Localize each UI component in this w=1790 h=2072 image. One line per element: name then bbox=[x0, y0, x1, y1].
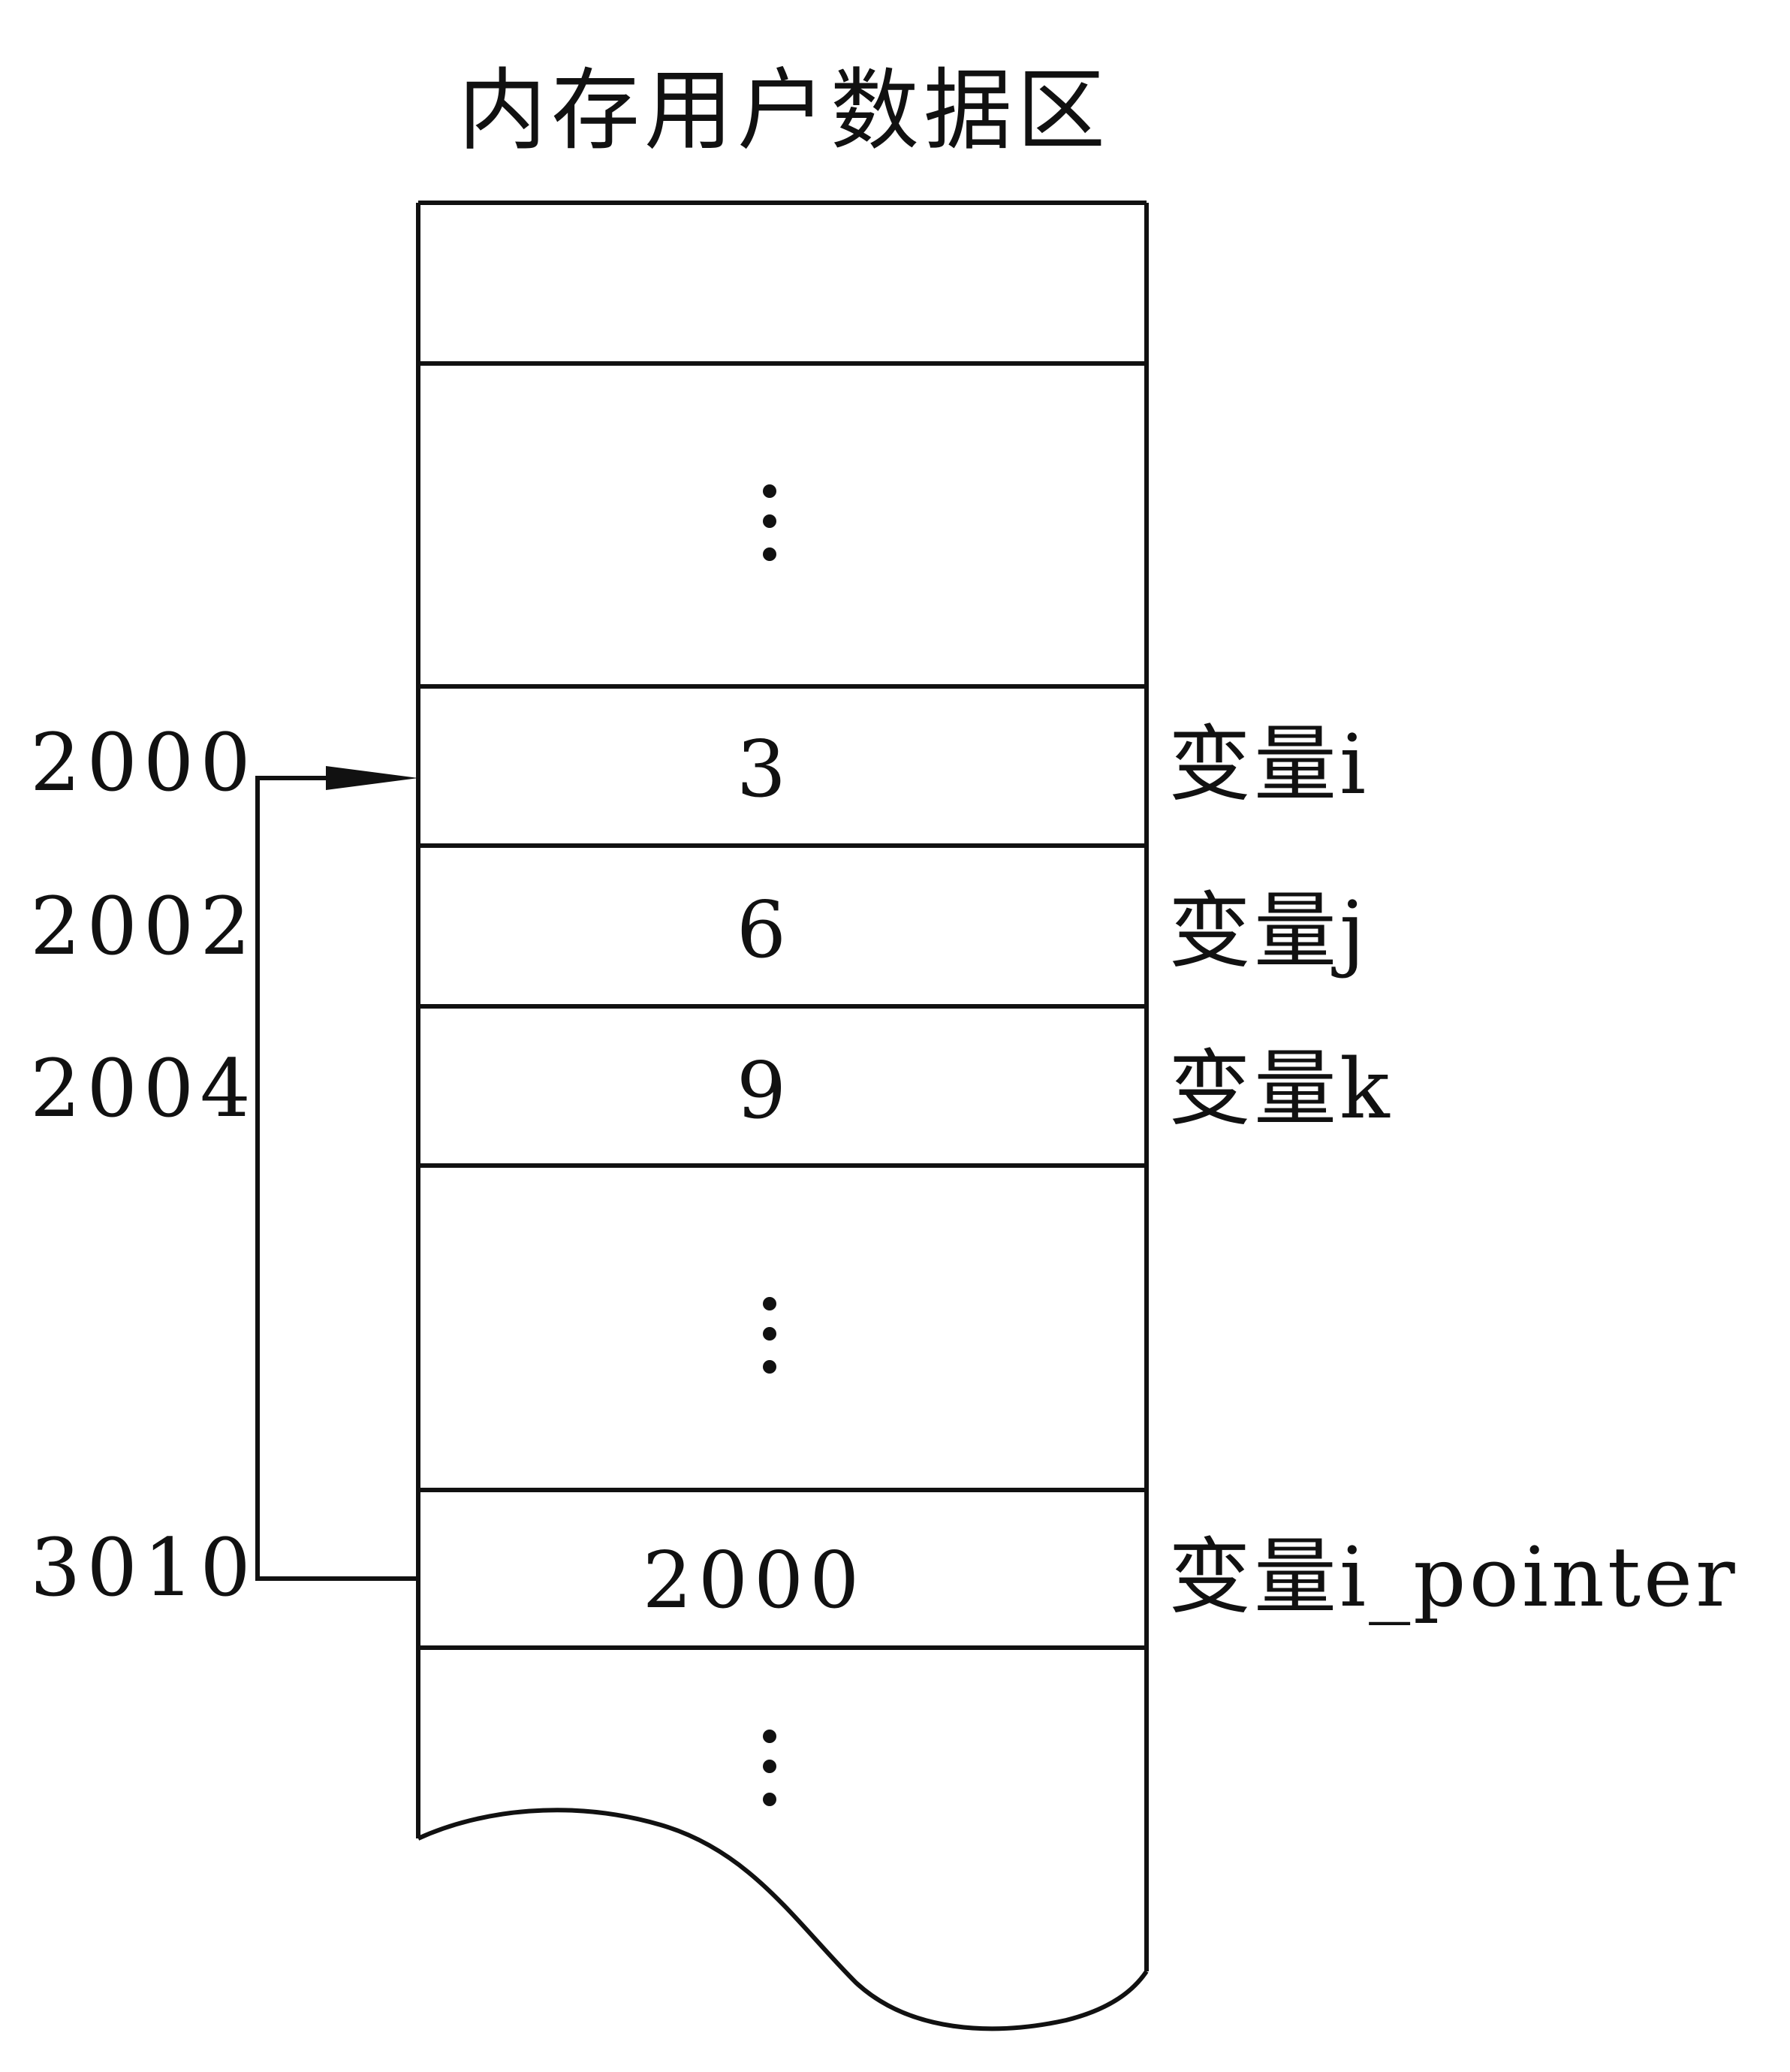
cell-value-j: 6 bbox=[737, 884, 786, 976]
ellipsis-bottom bbox=[763, 1730, 776, 1806]
address-3010: 3010 bbox=[30, 1522, 257, 1614]
pointer-arrow-line bbox=[255, 776, 418, 1581]
ellipsis-top bbox=[763, 484, 776, 561]
diagram-title: 内存用户数据区 bbox=[458, 59, 1110, 162]
variable-label-i-pointer: 变量i_pointer bbox=[1168, 1529, 1738, 1625]
cell-value-i: 3 bbox=[737, 723, 786, 815]
pointer-arrowhead bbox=[326, 766, 418, 790]
column-torn-bottom bbox=[417, 1808, 1149, 2031]
pointer-arrow bbox=[255, 766, 418, 1581]
ellipsis-middle bbox=[763, 1297, 776, 1374]
cell-value-k: 9 bbox=[737, 1045, 786, 1136]
memory-diagram: 内存用户数据区 3 6 9 2000 2000 2002 2004 3010 变… bbox=[30, 59, 1738, 2031]
cell-value-i-pointer: 2000 bbox=[643, 1534, 866, 1626]
address-2000: 2000 bbox=[30, 716, 257, 809]
variable-label-j: 变量j bbox=[1168, 883, 1368, 979]
address-2004: 2004 bbox=[30, 1042, 257, 1135]
variable-label-i: 变量i bbox=[1168, 716, 1369, 813]
variable-label-k: 变量k bbox=[1168, 1041, 1393, 1137]
address-2002: 2002 bbox=[30, 880, 257, 973]
